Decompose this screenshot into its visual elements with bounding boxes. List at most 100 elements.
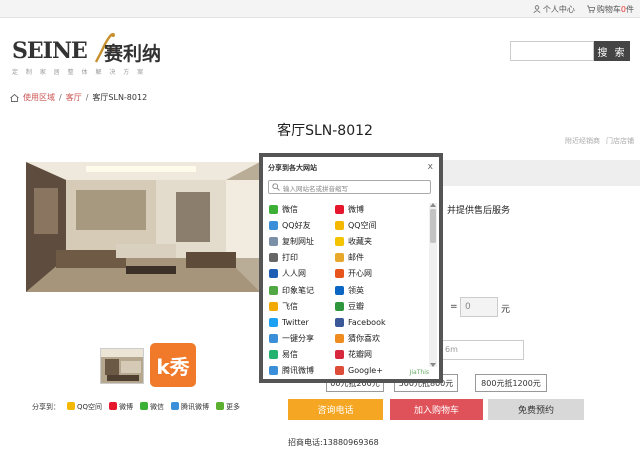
share-site-item[interactable]: 飞信 — [269, 301, 335, 312]
nearby-dealer-link[interactable]: 附近经销商 — [565, 136, 600, 146]
account-label: 个人中心 — [542, 5, 575, 14]
share-site-item[interactable]: 猜你喜欢 — [335, 333, 401, 344]
share-site-icon — [269, 301, 278, 311]
weibo-icon — [109, 402, 118, 410]
share-site-label: 花瓣网 — [348, 350, 372, 360]
share-site-label: 豆瓣 — [348, 301, 364, 311]
price-band — [438, 160, 640, 186]
breadcrumb-item-area[interactable]: 使用区域 — [23, 92, 55, 103]
breadcrumb-separator: / — [85, 93, 89, 102]
share-weibo[interactable]: 微博 — [109, 402, 133, 412]
share-site-item[interactable]: 复制网址 — [269, 236, 335, 247]
share-qzone[interactable]: QQ空间 — [67, 402, 102, 412]
share-site-label: QQ好友 — [282, 220, 311, 230]
store-link[interactable]: 门店店铺 — [606, 136, 634, 146]
share-site-item[interactable]: 人人网 — [269, 268, 335, 279]
scroll-thumb[interactable] — [430, 209, 436, 243]
share-site-row: 一键分享 猜你喜欢 — [269, 331, 427, 347]
home-icon[interactable] — [10, 93, 19, 102]
share-site-label: QQ空间 — [348, 220, 377, 230]
share-site-row: Twitter Facebook — [269, 314, 427, 330]
search-button[interactable]: 搜 索 — [594, 41, 630, 61]
share-tencent-weibo[interactable]: 腾讯微博 — [171, 402, 209, 412]
share-site-icon — [269, 285, 278, 295]
share-site-label: 腾讯微博 — [282, 366, 314, 376]
share-site-item[interactable]: 微博 — [335, 204, 401, 215]
share-site-row: 微信 微博 — [269, 201, 427, 217]
breadcrumb-separator: / — [59, 93, 62, 102]
share-site-label: 打印 — [282, 253, 298, 263]
scroll-up-arrow-icon[interactable] — [430, 203, 436, 207]
share-item-label: 微信 — [150, 403, 165, 411]
breadcrumb: 使用区域 / 客厅 / 客厅SLN-8012 — [10, 92, 147, 103]
share-site-item[interactable]: QQ好友 — [269, 220, 335, 231]
cart-link[interactable]: 购物车0件 — [586, 4, 634, 15]
share-more[interactable]: 更多 — [216, 402, 240, 412]
price-result-field[interactable]: 0 — [460, 297, 498, 317]
area-input[interactable]: 6m — [438, 340, 524, 360]
share-item-label: 微博 — [119, 403, 134, 411]
share-site-item[interactable]: 易信 — [269, 349, 335, 360]
share-site-label: Twitter — [282, 317, 309, 327]
qzone-icon — [67, 402, 75, 410]
tencent-weibo-icon — [171, 402, 180, 410]
product-thumbnail[interactable] — [100, 348, 144, 384]
brand-name-en: SEINE — [12, 38, 88, 64]
share-site-item[interactable]: 一键分享 — [269, 333, 335, 344]
header-search: 搜 索 — [510, 41, 630, 61]
share-site-icon — [335, 285, 344, 295]
scroll-down-arrow-icon[interactable] — [430, 363, 436, 367]
plus-icon — [216, 402, 225, 410]
share-site-label: 复制网址 — [282, 236, 314, 246]
share-site-icon — [269, 350, 278, 360]
share-wechat[interactable]: 微信 — [140, 402, 164, 412]
share-site-item[interactable]: 印象笔记 — [269, 285, 335, 296]
hotline-text: 招商电话:13880969368 — [288, 438, 379, 447]
free-appointment-button[interactable]: 免费预约 — [488, 399, 584, 420]
close-icon[interactable]: x — [428, 162, 433, 172]
share-site-item[interactable]: Google+ — [335, 366, 401, 376]
product-title: 客厅SLN-8012 — [277, 123, 373, 139]
k-xiu-button[interactable]: k秀 — [150, 343, 196, 387]
share-site-label: 一键分享 — [282, 334, 314, 344]
search-input[interactable] — [510, 41, 594, 61]
share-site-item[interactable]: 微信 — [269, 204, 335, 215]
share-site-row: 人人网 开心网 — [269, 266, 427, 282]
share-site-row: 打印 邮件 — [269, 250, 427, 266]
share-site-item[interactable]: Twitter — [269, 317, 335, 327]
share-site-icon — [269, 220, 278, 230]
add-to-cart-button[interactable]: 加入购物车 — [390, 399, 483, 420]
product-main-image[interactable] — [26, 162, 260, 292]
cart-icon — [586, 5, 595, 13]
top-bar: 个人中心 购物车0件 — [0, 0, 640, 18]
equals-sign: = — [450, 302, 458, 312]
share-site-label: 微信 — [282, 204, 298, 214]
share-site-row: QQ好友 QQ空间 — [269, 217, 427, 233]
share-site-item[interactable]: 邮件 — [335, 252, 401, 263]
top-links: 个人中心 购物车0件 — [533, 4, 634, 15]
consult-phone-button[interactable]: 咨询电话 — [288, 399, 383, 420]
popup-scrollbar[interactable] — [429, 203, 437, 367]
share-site-item[interactable]: 豆瓣 — [335, 301, 401, 312]
brand-tagline: 定 制 家 居 整 体 解 决 方 案 — [12, 69, 147, 76]
share-site-label: 印象笔记 — [282, 285, 314, 295]
share-site-item[interactable]: QQ空间 — [335, 220, 401, 231]
side-links: 附近经销商 门店店铺 — [565, 136, 634, 146]
share-site-item[interactable]: 领英 — [335, 285, 401, 296]
share-site-item[interactable]: 花瓣网 — [335, 349, 401, 360]
coupon-option-3[interactable]: 800元抵1200元 — [475, 374, 547, 392]
share-site-label: 领英 — [348, 285, 364, 295]
share-site-item[interactable]: 打印 — [269, 252, 335, 263]
search-icon — [272, 183, 280, 191]
share-site-item[interactable]: 收藏夹 — [335, 236, 401, 247]
account-link[interactable]: 个人中心 — [533, 4, 575, 15]
site-logo[interactable]: SEINE 赛利纳 定 制 家 居 整 体 解 决 方 案 — [12, 32, 192, 80]
share-site-item[interactable]: Facebook — [335, 317, 401, 327]
share-site-icon — [269, 317, 278, 327]
share-site-row: 易信 花瓣网 — [269, 347, 427, 363]
breadcrumb-item-living-room[interactable]: 客厅 — [66, 92, 82, 103]
share-site-item[interactable]: 腾讯微博 — [269, 365, 335, 376]
share-search-input[interactable]: 输入网站名或拼音缩写 — [268, 180, 431, 194]
share-label: 分享到： — [32, 403, 60, 411]
share-site-item[interactable]: 开心网 — [335, 268, 401, 279]
